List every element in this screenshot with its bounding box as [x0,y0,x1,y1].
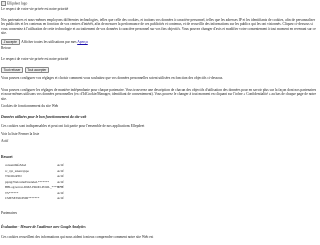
functional-status: Actif [1,139,9,143]
logo-alt-text: Ellipdeet logo [7,0,28,5]
cookie-name: ptpng/WelcomeExtended.******* [5,179,50,184]
privacy-tagline: Le respect de votre vie privée est notre… [1,7,69,11]
accept-button[interactable]: J'accepte [1,39,20,45]
cookie-name: CMESESSIONID******* [5,196,40,200]
partners-heading: Partenaires [1,211,17,215]
toggle-list-link[interactable]: Voir la liste Fermer la liste [1,132,39,136]
cookie-name: consentInfoMod [5,163,27,167]
functional-cookies-title: Cookies de fonctionnement du site Web [1,104,59,108]
cookie-status: Actif [57,163,64,167]
cookies-heading: Ressort [1,155,13,159]
consent-page: Ellipdeet logo Le respect de votre vie p… [0,0,320,245]
analytics-description: Ces cookies recueillent des informations… [1,235,154,239]
cookie-name: TS****** [5,190,19,195]
consent-notice: Nos partenaires et nous-mêmes employons … [1,18,316,36]
cookie-status: Actif [57,179,64,184]
analytics-title: Évaluation - Mesure de l'audience avec G… [1,225,86,229]
cookie-status: Actif [57,168,64,173]
logo: Ellipdeet logo [1,0,28,6]
accept-all-button[interactable]: Tout accepter [24,67,49,73]
cookie-status: Actif [57,185,64,189]
cookie-name: TXO2GRTO [5,174,22,178]
functional-cookies-description: Ces cookies sont indispensables et peut … [1,124,145,128]
functional-cookies-subtitle: Données utilisées pour le bon fonctionne… [1,115,87,119]
top-actions: J'accepte Afficher toutes les utilisation… [1,39,88,45]
intro-text: Vous pouvez configurer vos réglages et c… [1,76,224,80]
privacy-tagline-repeat: Le respect de votre vie privée est notre… [1,57,69,61]
cookie-name: BBLog/server-DMZ-PROD-POOL_******* [5,185,63,189]
preview-link[interactable]: Aperçu [77,40,88,44]
back-link[interactable]: Retour [1,46,11,50]
more-text: Vous pouvez configurer les réglages de m… [1,88,317,101]
mid-actions: Tout refuser Tout accepter [1,67,51,73]
cookie-name: rc_vpt_token/qxpo [5,168,30,173]
reject-all-button[interactable]: Tout refuser [1,67,24,73]
cookie-status: Actif [57,174,64,178]
settings-text: Afficher toutes les utilisations par mes [21,40,77,44]
broken-image-icon [1,0,6,6]
cookie-status: Actif [57,190,64,195]
cookie-status: Actif [57,196,64,200]
